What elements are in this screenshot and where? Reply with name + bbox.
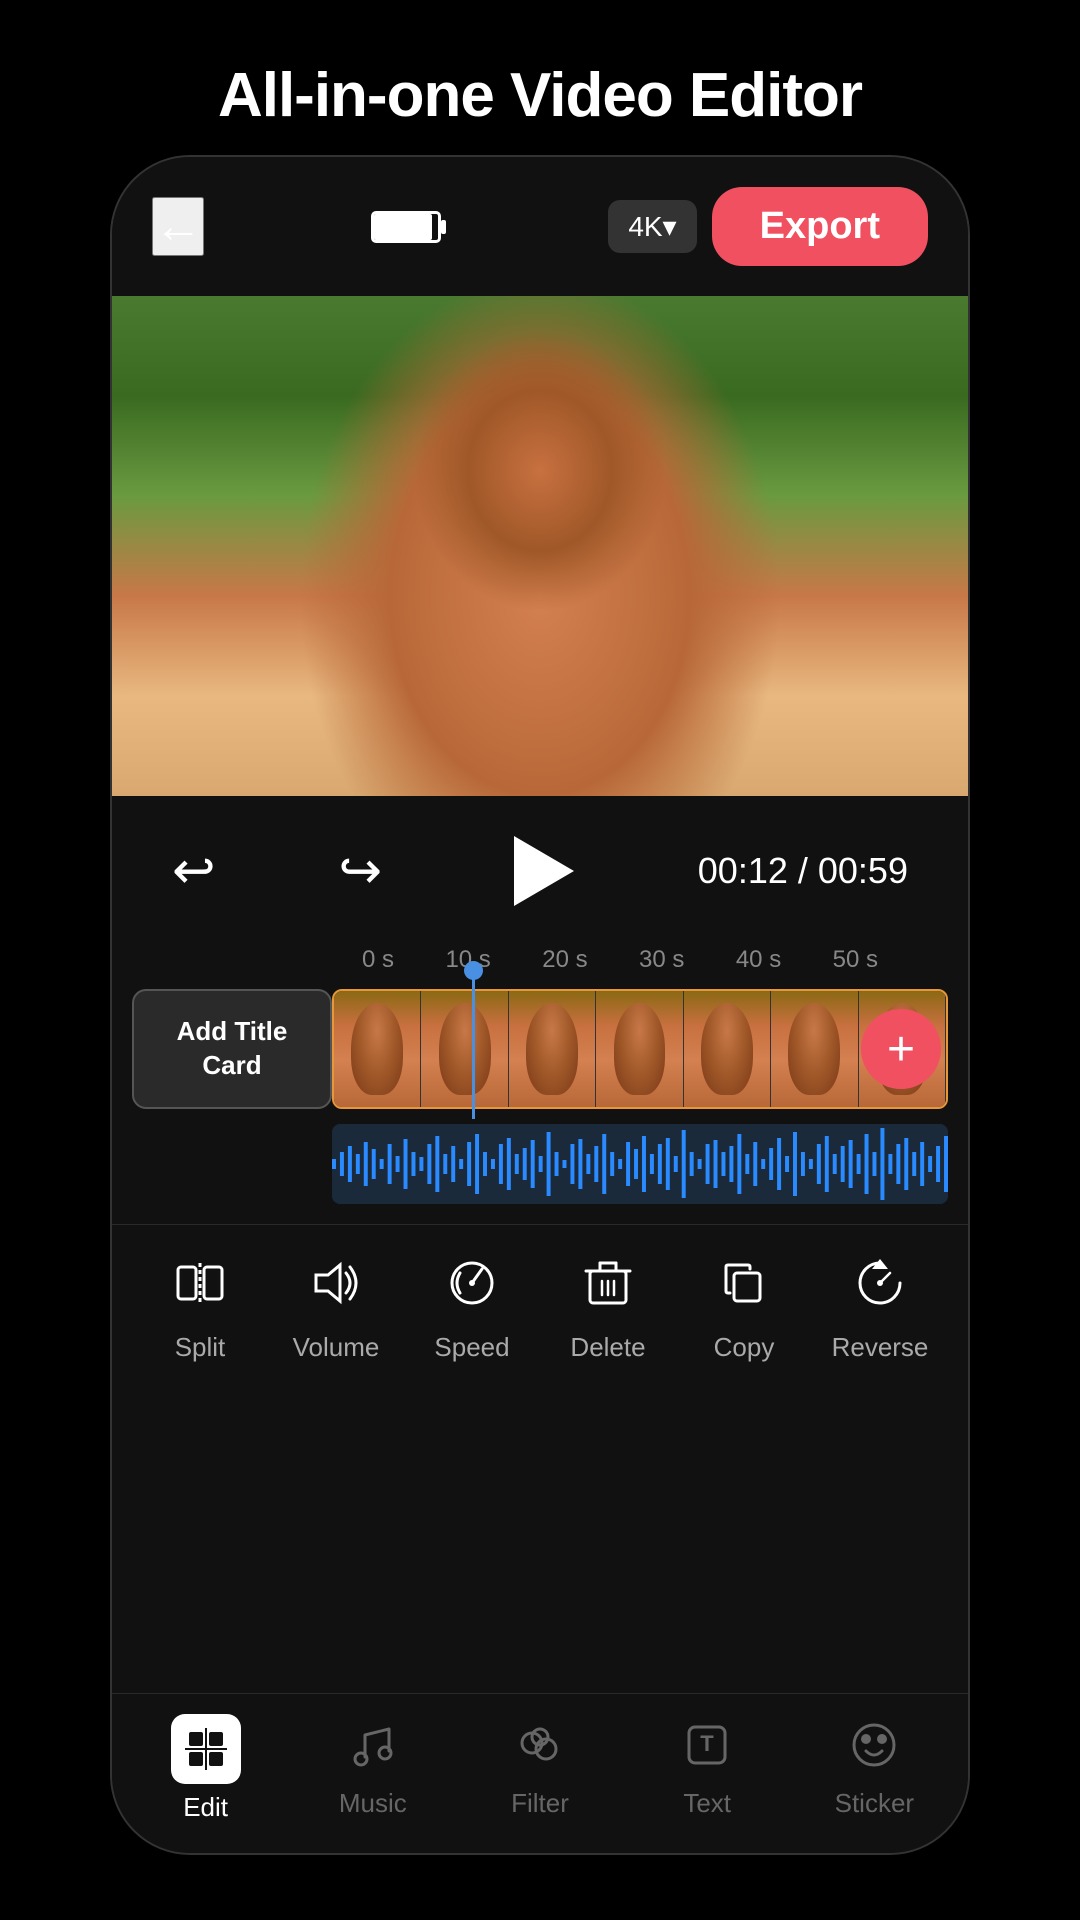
waveform-svg <box>332 1124 948 1204</box>
back-button[interactable]: ← <box>152 197 204 256</box>
split-label: Split <box>175 1332 226 1363</box>
tool-reverse[interactable]: Reverse <box>830 1255 930 1363</box>
tool-delete[interactable]: Delete <box>558 1255 658 1363</box>
video-frame-2 <box>421 991 508 1107</box>
timeline-track: Add TitleCard + <box>132 984 948 1114</box>
add-clip-button[interactable]: + <box>861 1009 941 1089</box>
undo-button[interactable]: ↩ <box>172 841 216 901</box>
add-title-card-button[interactable]: Add TitleCard <box>132 989 332 1109</box>
video-preview[interactable] <box>112 296 968 796</box>
nav-sticker-label: Sticker <box>835 1788 914 1819</box>
nav-edit[interactable]: Edit <box>136 1714 276 1823</box>
battery-rect <box>371 211 441 243</box>
tool-split[interactable]: Split <box>150 1255 250 1363</box>
export-button[interactable]: Export <box>712 187 928 266</box>
ruler-mark-5: 50 s <box>833 946 878 974</box>
video-person <box>112 296 968 796</box>
ruler-mark-0: 0 s <box>362 946 394 974</box>
edit-tools: Split Volume Sp <box>112 1224 968 1383</box>
top-bar: ← 4K▾ Export <box>112 157 968 286</box>
music-icon <box>347 1719 399 1780</box>
volume-icon <box>308 1255 364 1320</box>
nav-text-label: Text <box>683 1788 731 1819</box>
video-frame-1 <box>334 991 421 1107</box>
delete-label: Delete <box>570 1332 645 1363</box>
video-frame-6 <box>771 991 858 1107</box>
page-title: All-in-one Video Editor <box>0 0 1080 131</box>
copy-icon <box>716 1255 772 1320</box>
playhead <box>472 969 475 1119</box>
top-right-controls: 4K▾ Export <box>608 187 928 266</box>
ruler-mark-4: 40 s <box>736 946 781 974</box>
text-icon: T <box>681 1719 733 1780</box>
nav-music[interactable]: Music <box>303 1719 443 1819</box>
video-strip[interactable]: + <box>332 989 948 1109</box>
speed-icon <box>444 1255 500 1320</box>
time-total: 00:59 <box>818 850 908 891</box>
speed-label: Speed <box>434 1332 509 1363</box>
nav-sticker[interactable]: Sticker <box>804 1719 944 1819</box>
sticker-icon <box>848 1719 900 1780</box>
time-display: 00:12 / 00:59 <box>698 850 908 892</box>
nav-filter-label: Filter <box>511 1788 569 1819</box>
nav-filter[interactable]: Filter <box>470 1719 610 1819</box>
resolution-button[interactable]: 4K▾ <box>608 200 696 253</box>
ruler-mark-2: 20 s <box>542 946 587 974</box>
nav-edit-label: Edit <box>183 1792 228 1823</box>
play-button[interactable] <box>505 836 575 906</box>
battery-fill <box>374 214 432 240</box>
nav-text[interactable]: T Text <box>637 1719 777 1819</box>
copy-label: Copy <box>714 1332 775 1363</box>
tool-volume[interactable]: Volume <box>286 1255 386 1363</box>
video-frame-4 <box>596 991 683 1107</box>
svg-text:T: T <box>700 1731 714 1756</box>
phone-frame: ← 4K▾ Export ↩ ↪ 00:12 / 00:59 0 s 10 s <box>110 155 970 1855</box>
video-frame-3 <box>509 991 596 1107</box>
edit-icon-box <box>171 1714 241 1784</box>
tool-copy[interactable]: Copy <box>694 1255 794 1363</box>
volume-label: Volume <box>293 1332 380 1363</box>
redo-button[interactable]: ↪ <box>338 841 382 901</box>
controls-row: ↩ ↪ 00:12 / 00:59 <box>112 806 968 936</box>
reverse-icon <box>852 1255 908 1320</box>
tool-speed[interactable]: Speed <box>422 1255 522 1363</box>
time-separator: / <box>788 850 818 891</box>
delete-icon <box>580 1255 636 1320</box>
battery-icon <box>371 211 441 243</box>
video-frame-5 <box>684 991 771 1107</box>
split-icon <box>172 1255 228 1320</box>
audio-waveform <box>332 1124 948 1204</box>
filter-icon <box>514 1719 566 1780</box>
timeline-area: 0 s 10 s 20 s 30 s 40 s 50 s Add TitleCa… <box>112 936 968 1204</box>
reverse-label: Reverse <box>832 1332 929 1363</box>
bottom-nav: Edit Music Filter <box>112 1693 968 1853</box>
ruler-mark-3: 30 s <box>639 946 684 974</box>
timeline-ruler: 0 s 10 s 20 s 30 s 40 s 50 s <box>132 936 948 984</box>
nav-music-label: Music <box>339 1788 407 1819</box>
time-current: 00:12 <box>698 850 788 891</box>
play-triangle-icon <box>514 836 574 906</box>
